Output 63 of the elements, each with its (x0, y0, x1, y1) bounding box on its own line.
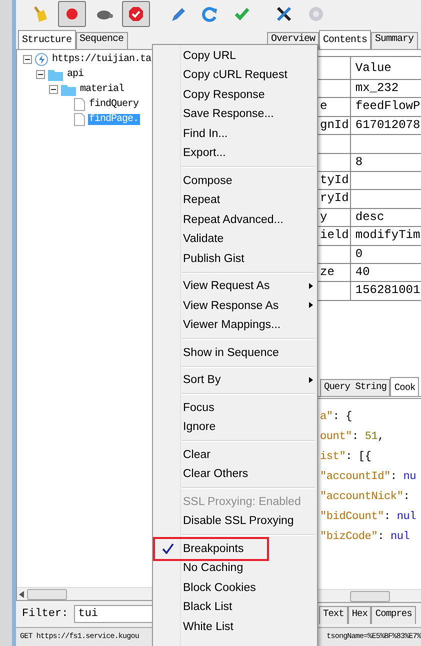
menu-item[interactable]: Copy URL (153, 46, 317, 66)
code-line: ist": [{ (320, 450, 372, 465)
tree-item[interactable]: findQuery (88, 99, 140, 110)
refresh-icon (200, 4, 220, 24)
table-cell-text: 8 (354, 154, 364, 171)
scroll-thumb[interactable] (350, 590, 390, 602)
menu-item[interactable]: Copy cURL Request (153, 66, 317, 85)
tree-item[interactable]: material (79, 84, 126, 95)
code-line: "accountNick": (320, 490, 411, 505)
menu-item[interactable]: No Caching (153, 558, 317, 578)
menu-item[interactable]: Block Cookies (153, 578, 317, 598)
table-cell-text: mx_232 (354, 80, 400, 97)
table-cell-text: feedFlowP (354, 98, 421, 116)
file-icon (74, 98, 85, 111)
tab[interactable]: Summary (371, 32, 418, 49)
collapse-toggle[interactable] (49, 85, 58, 94)
table-cell-text: 0 (354, 246, 364, 263)
menu-item[interactable]: Clear Others (153, 464, 317, 484)
tab[interactable]: Query String (320, 379, 390, 396)
tab[interactable]: Sequence (76, 32, 128, 49)
menu-item[interactable]: Sort By (153, 370, 317, 390)
folder-icon (48, 68, 63, 80)
code-line: "bidCount": nul (320, 510, 418, 525)
menu-item[interactable]: Ignore (153, 418, 317, 437)
tab[interactable]: Cook (390, 377, 420, 396)
menu-item[interactable]: View Response As (153, 296, 317, 316)
folder-icon (61, 84, 76, 96)
file-icon (74, 113, 85, 126)
tab[interactable]: Text (319, 606, 348, 624)
tree-item[interactable]: api (66, 69, 85, 80)
menu-item[interactable]: Focus (153, 398, 317, 418)
tab[interactable]: Hex (348, 606, 372, 624)
tree-item[interactable]: https://tuijian.ta (51, 54, 152, 65)
stop-sign-icon (126, 4, 146, 24)
menu-item[interactable]: Show in Sequence (153, 343, 317, 362)
table-cell-text: 40 (354, 264, 371, 281)
menu-item[interactable]: Clear (153, 445, 317, 464)
scroll-thumb[interactable] (27, 588, 67, 600)
gear-icon (306, 4, 326, 24)
tools-icon (274, 4, 294, 24)
column-header: Value (354, 60, 392, 77)
table-cell-text: 617012078 (354, 116, 421, 134)
table-cell-text: desc (354, 208, 386, 226)
tab[interactable]: Structure (18, 30, 76, 49)
menu-item[interactable]: Disable SSL Proxying (153, 512, 317, 531)
lightning-icon (35, 53, 48, 66)
collapse-toggle[interactable] (23, 55, 32, 64)
scroll-left-icon[interactable] (19, 590, 24, 598)
tab[interactable]: Contents (319, 30, 372, 49)
stop-sign-button[interactable] (122, 1, 150, 27)
collapse-toggle[interactable] (36, 70, 45, 79)
menu-item[interactable]: Breakpoints (153, 537, 317, 561)
record-button[interactable] (58, 1, 86, 27)
menu-item[interactable]: Export... (153, 144, 317, 163)
code-line: a": { (320, 410, 354, 425)
code-line: ount": 51, (320, 430, 386, 445)
code-line: "bizCode": nul (320, 530, 411, 545)
table-cell-text: 156281001 (354, 282, 421, 300)
tab[interactable]: Compres (371, 606, 416, 624)
table-cell-text: modifyTim (354, 227, 421, 244)
code-line: "accountId": nu (320, 470, 418, 485)
filter-label: Filter: (22, 608, 68, 620)
menu-item[interactable]: Viewer Mappings... (153, 316, 317, 335)
